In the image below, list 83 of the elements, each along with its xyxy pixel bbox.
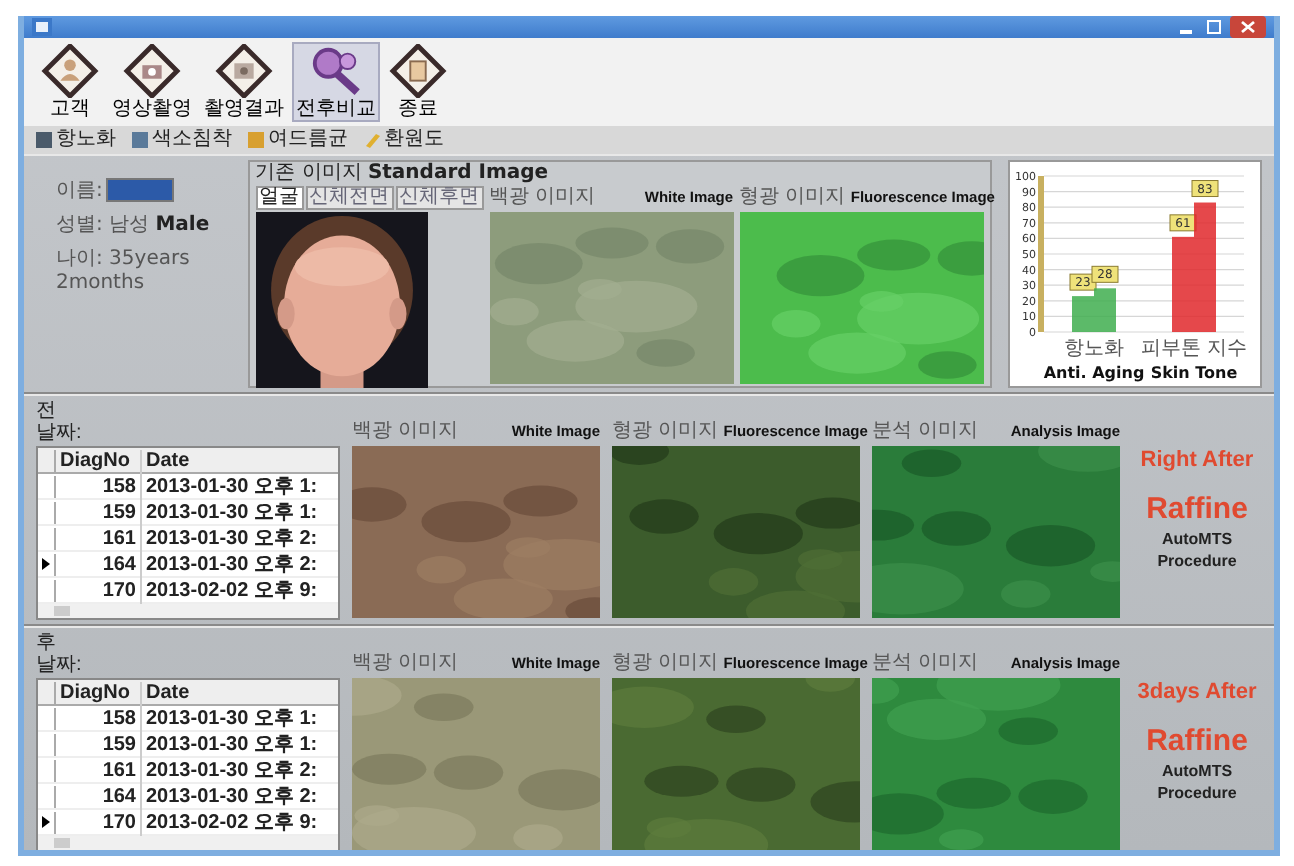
brand-text: Raffine <box>1146 492 1248 526</box>
image-caption-korean: 백광 이미지 <box>489 186 595 210</box>
table-cell-text: 164 <box>100 553 138 575</box>
table-cell-text: 161 <box>100 527 138 549</box>
image-caption-korean: 형광 이미지 <box>612 652 718 676</box>
table-cell-text: 170 <box>100 811 138 833</box>
table-cell-text: 164 <box>100 785 138 807</box>
tile-icon <box>248 132 264 148</box>
table-cell-text: 158 <box>100 707 138 729</box>
image-caption-korean: 백광 이미지 <box>352 652 458 676</box>
toolbar-button[interactable]: 종료 <box>384 42 452 122</box>
name-field[interactable] <box>106 178 175 202</box>
category-label: 항노화 <box>1064 338 1125 360</box>
column-header: DiagNo <box>58 449 132 471</box>
person-icon <box>40 44 100 98</box>
section-title: 전 <box>36 400 58 422</box>
image-caption-korean: 형광 이미지 <box>612 420 718 444</box>
table-cell-text: 170 <box>100 579 138 601</box>
chart-caption: Skin Tone <box>1151 364 1238 382</box>
name-label: 이름: <box>56 178 103 204</box>
tab[interactable]: 신체후면 <box>395 186 484 210</box>
image-caption-korean: 백광 이미지 <box>352 420 458 444</box>
table-cell: 2013-01-30 오후 1: <box>140 704 318 732</box>
toolbar-button[interactable]: 전후비교 <box>292 42 380 122</box>
horizontal-scrollbar[interactable] <box>38 836 338 850</box>
gender-label: 성별: 남성 Male <box>56 212 210 238</box>
tile-icon <box>36 132 52 148</box>
menu-item[interactable]: 여드름균 <box>248 128 348 152</box>
age-label: 나이: 35years 2months <box>56 246 192 294</box>
tab[interactable]: 신체전면 <box>305 186 394 210</box>
tab[interactable]: 얼굴 <box>255 186 304 210</box>
document-icon <box>388 44 448 98</box>
camera-icon <box>122 44 182 98</box>
photo-icon <box>214 44 274 98</box>
table-row[interactable]: 158 2013-01-30 오후 1: <box>38 474 338 500</box>
date-label: 날짜: <box>36 422 84 444</box>
column-header: DiagNo <box>58 681 132 703</box>
table-cell: 2013-01-30 오후 2: <box>140 782 318 810</box>
table-cell-text: 158 <box>100 475 138 497</box>
table-cell-text: 159 <box>100 733 138 755</box>
column-header: Date <box>140 449 190 471</box>
close-icon[interactable] <box>1230 16 1266 38</box>
date-label: 날짜: <box>36 654 84 676</box>
menu-item[interactable]: 환원도 <box>364 128 444 152</box>
procedure-text: Procedure <box>1157 784 1237 802</box>
section-title: 후 <box>36 632 58 654</box>
table-cell: 2013-01-30 오후 2: <box>140 524 318 552</box>
table-cell: 2013-01-30 오후 1: <box>140 498 318 526</box>
category-label: 피부톤 지수 <box>1141 338 1248 360</box>
tile-icon <box>132 132 148 148</box>
menu-item[interactable]: 항노화 <box>36 128 116 152</box>
maximize-icon[interactable] <box>1202 18 1226 36</box>
table-row[interactable]: 161 2013-01-30 오후 2: <box>38 526 338 552</box>
table-row[interactable]: 161 2013-01-30 오후 2: <box>38 758 338 784</box>
procedure-text: AutoMTS <box>1161 762 1233 780</box>
table-row[interactable]: 164 2013-01-30 오후 2: <box>38 784 338 810</box>
chart-caption: Anti. Aging <box>1044 364 1145 382</box>
column-header: Date <box>140 681 190 703</box>
image-caption-korean: 형광 이미지 <box>739 186 845 210</box>
menu-item[interactable]: 색소침착 <box>132 128 232 152</box>
procedure-text: AutoMTS <box>1161 530 1233 548</box>
brand-text: Raffine <box>1146 724 1248 758</box>
table-row[interactable]: 159 2013-01-30 오후 1: <box>38 500 338 526</box>
toolbar-button[interactable]: 촬영결과 <box>200 42 288 122</box>
status-text: 3days After <box>1137 680 1257 704</box>
toolbar-button[interactable]: 고객 <box>36 42 104 122</box>
procedure-text: Procedure <box>1157 552 1237 570</box>
horizontal-scrollbar[interactable] <box>38 604 338 618</box>
image-caption-korean: 분석 이미지 <box>872 652 978 676</box>
table-cell: 2013-01-30 오후 1: <box>140 730 318 758</box>
group-title: 기존 이미지 Standard Image <box>255 162 551 186</box>
table-cell: 2013-01-30 오후 2: <box>140 756 318 784</box>
table-row[interactable]: 158 2013-01-30 오후 1: <box>38 706 338 732</box>
table-cell-text: 161 <box>100 759 138 781</box>
table-row[interactable]: 164 2013-01-30 오후 2: <box>38 552 338 578</box>
table-cell-text: 159 <box>100 501 138 523</box>
pencil-icon <box>364 132 380 148</box>
table-cell: 2013-01-30 오후 1: <box>140 472 318 500</box>
table-cell: 2013-01-30 오후 2: <box>140 550 318 578</box>
status-text: Right After <box>1140 448 1254 472</box>
toolbar-button[interactable]: 영상촬영 <box>108 42 196 122</box>
table-row[interactable]: 159 2013-01-30 오후 1: <box>38 732 338 758</box>
image-caption-korean: 분석 이미지 <box>872 420 978 444</box>
